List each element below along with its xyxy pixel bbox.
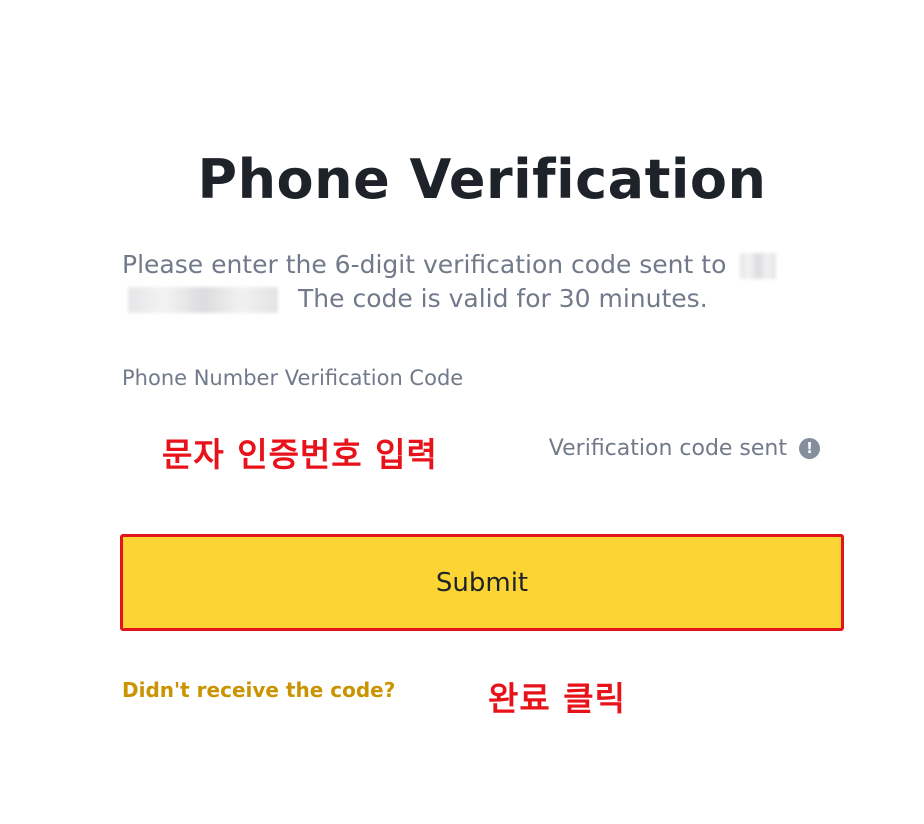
verification-code-input[interactable]: [122, 418, 512, 484]
code-sent-status-text: Verification code sent: [548, 436, 787, 461]
code-field-label: Phone Number Verification Code: [122, 366, 464, 390]
info-icon[interactable]: !: [799, 438, 820, 459]
submit-button[interactable]: Submit: [120, 534, 844, 631]
redacted-phone-number-part-1: [740, 253, 777, 279]
annotation-click-submit: 완료 클릭: [488, 679, 626, 718]
verification-description: Please enter the 6-digit verification co…: [122, 248, 842, 316]
description-line-1: Please enter the 6-digit verification co…: [122, 250, 727, 279]
page-title: Phone Verification: [197, 148, 767, 211]
description-line-2: The code is valid for 30 minutes.: [298, 284, 708, 313]
code-sent-status: Verification code sent !: [549, 436, 820, 461]
verification-code-field: 문자 인증번호 입력 Verification code sent !: [122, 418, 842, 484]
redacted-phone-number-part-2: [128, 287, 278, 313]
resend-code-link[interactable]: Didn't receive the code?: [122, 678, 395, 702]
